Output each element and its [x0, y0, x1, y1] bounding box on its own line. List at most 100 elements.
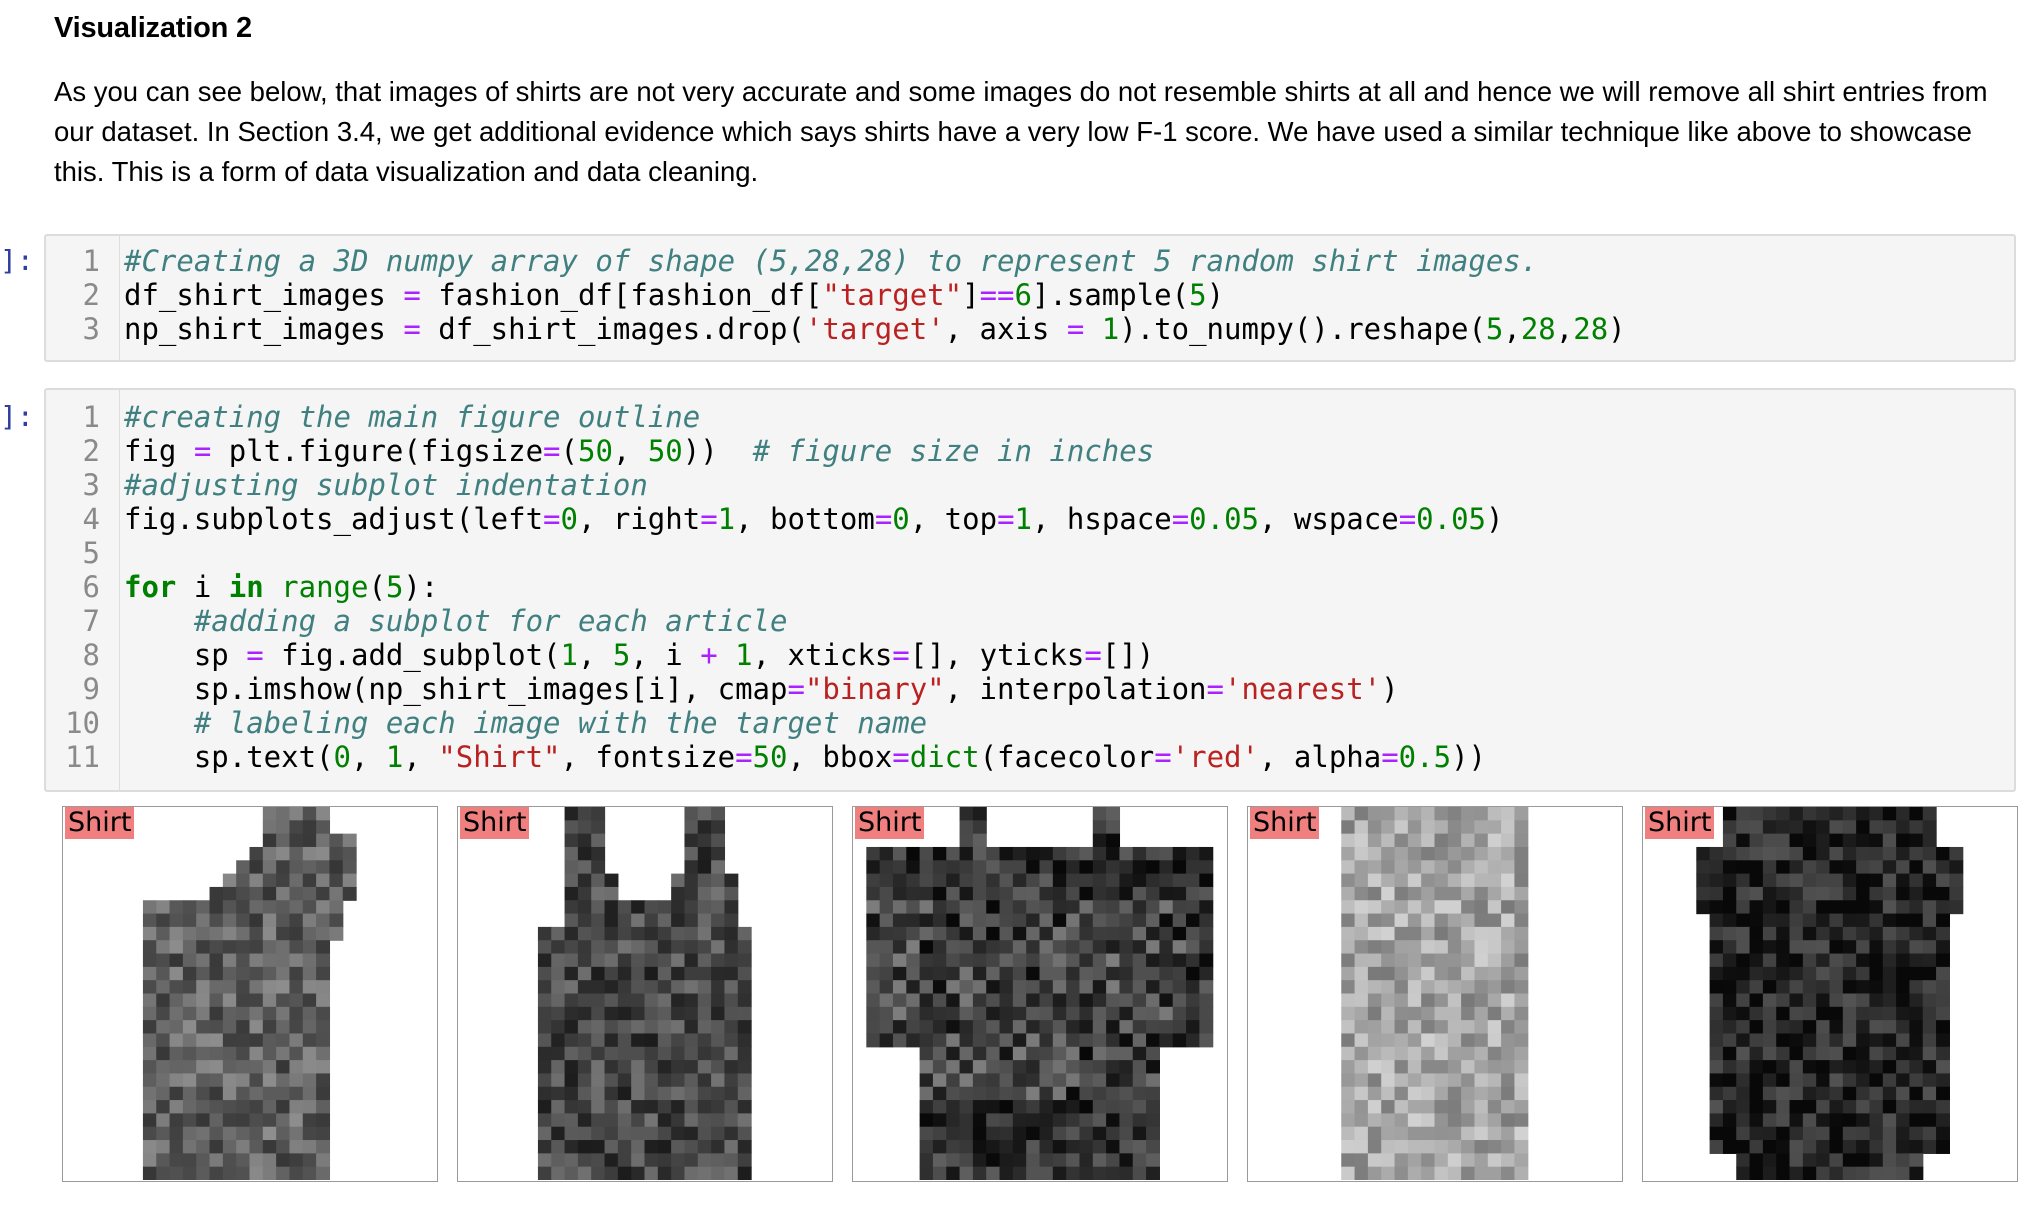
pixel: [644, 1126, 659, 1141]
pixel: [906, 966, 921, 981]
pixel: [1421, 1166, 1436, 1180]
code-line: #adjusting subplot indentation: [124, 468, 648, 502]
pixel: [1514, 1020, 1529, 1035]
pixel: [1776, 833, 1791, 848]
pixel: [644, 966, 659, 981]
pixel: [1039, 860, 1054, 875]
pixel: [711, 1020, 726, 1035]
pixel: [1367, 980, 1382, 995]
pixel: [1052, 1153, 1067, 1168]
pixel: [1434, 846, 1449, 861]
pixel: [1762, 1086, 1777, 1101]
pixel: [1066, 886, 1081, 901]
pixel: [1816, 1140, 1831, 1154]
pixel: [1487, 807, 1502, 821]
pixel: [1012, 900, 1027, 915]
pixel: [1514, 1073, 1529, 1088]
pixel: [262, 886, 277, 901]
pixel: [1026, 1060, 1041, 1075]
pixel: [959, 1060, 974, 1075]
pixel: [866, 953, 881, 968]
pixel: [1736, 926, 1751, 941]
pixel: [1909, 1126, 1924, 1141]
pixel: [644, 1033, 659, 1048]
pixel: [1172, 940, 1187, 955]
code-cell-1[interactable]: 1 #Creating a 3D numpy array of shape (5,…: [44, 234, 2016, 362]
pixel: [1869, 913, 1884, 928]
pixel: [182, 1033, 197, 1048]
pixel: [946, 860, 961, 875]
pixel: [1882, 1033, 1897, 1048]
pixel: [892, 1006, 907, 1021]
pixel: [1199, 953, 1214, 968]
pixel: [1896, 873, 1911, 888]
pixel: [604, 913, 619, 928]
pixel: [1066, 860, 1081, 875]
pixel: [1132, 860, 1147, 875]
pixel: [1026, 900, 1041, 915]
pixel: [657, 940, 672, 955]
pixel: [1172, 926, 1187, 941]
pixel: [1776, 980, 1791, 995]
pixel: [919, 886, 934, 901]
pixel: [316, 1020, 331, 1035]
pixel: [1119, 1140, 1134, 1154]
pixel: [537, 1033, 552, 1048]
pixel: [591, 900, 606, 915]
pixel: [1447, 913, 1462, 928]
pixel: [1936, 980, 1950, 995]
pixel: [1186, 980, 1200, 995]
pixel: [591, 1060, 606, 1075]
pixel: [1802, 1126, 1817, 1141]
pixel: [1474, 886, 1489, 901]
pixel: [302, 1006, 317, 1021]
pixel: [577, 1140, 592, 1154]
pixel: [671, 1073, 686, 1088]
pixel: [684, 873, 699, 888]
pixel: [1749, 1153, 1764, 1168]
pixel: [1079, 1113, 1094, 1128]
pixel: [316, 1073, 331, 1088]
pixel: [196, 966, 211, 981]
pixel: [1909, 1020, 1924, 1035]
pixel: [932, 953, 947, 968]
pixel: [289, 1126, 304, 1141]
pixel: [1474, 1086, 1489, 1101]
pixel: [724, 1113, 739, 1128]
pixel: [1816, 833, 1831, 848]
pixel: [671, 1020, 686, 1035]
pixel: [879, 873, 894, 888]
pixel: [577, 1113, 592, 1128]
pixel: [986, 1046, 1001, 1061]
code-cell-2[interactable]: 1 #creating the main figure outline 2 fig …: [44, 388, 2016, 792]
line-number: 6: [82, 570, 100, 604]
pixel: [209, 1006, 224, 1021]
pixel: [156, 1033, 171, 1048]
pixel: [1501, 1113, 1516, 1128]
pixel: [1869, 1073, 1884, 1088]
pixel: [209, 886, 224, 901]
pixel: [1789, 900, 1804, 915]
pixel: [209, 1166, 224, 1180]
pixel: [1146, 940, 1160, 955]
pixel: [1842, 1033, 1857, 1048]
pixel: [316, 980, 331, 995]
pixel: [1199, 886, 1214, 901]
pixel: [1106, 1006, 1121, 1021]
pixel: [236, 1073, 251, 1088]
pixel: [1487, 1126, 1502, 1141]
pixel: [1922, 1086, 1937, 1101]
pixel: [289, 1046, 304, 1061]
pixel: [1106, 1073, 1121, 1088]
pixel: [1092, 846, 1107, 861]
pixel: [577, 1086, 592, 1101]
pixel: [1749, 1020, 1764, 1035]
pixel: [604, 926, 619, 941]
pixel: [1856, 1020, 1871, 1035]
pixel: [1802, 1153, 1817, 1168]
pixel: [1842, 1046, 1857, 1061]
pixel: [182, 1166, 197, 1180]
pixel: [1132, 993, 1147, 1008]
pixel: [1394, 1140, 1409, 1154]
pixel: [972, 846, 987, 861]
